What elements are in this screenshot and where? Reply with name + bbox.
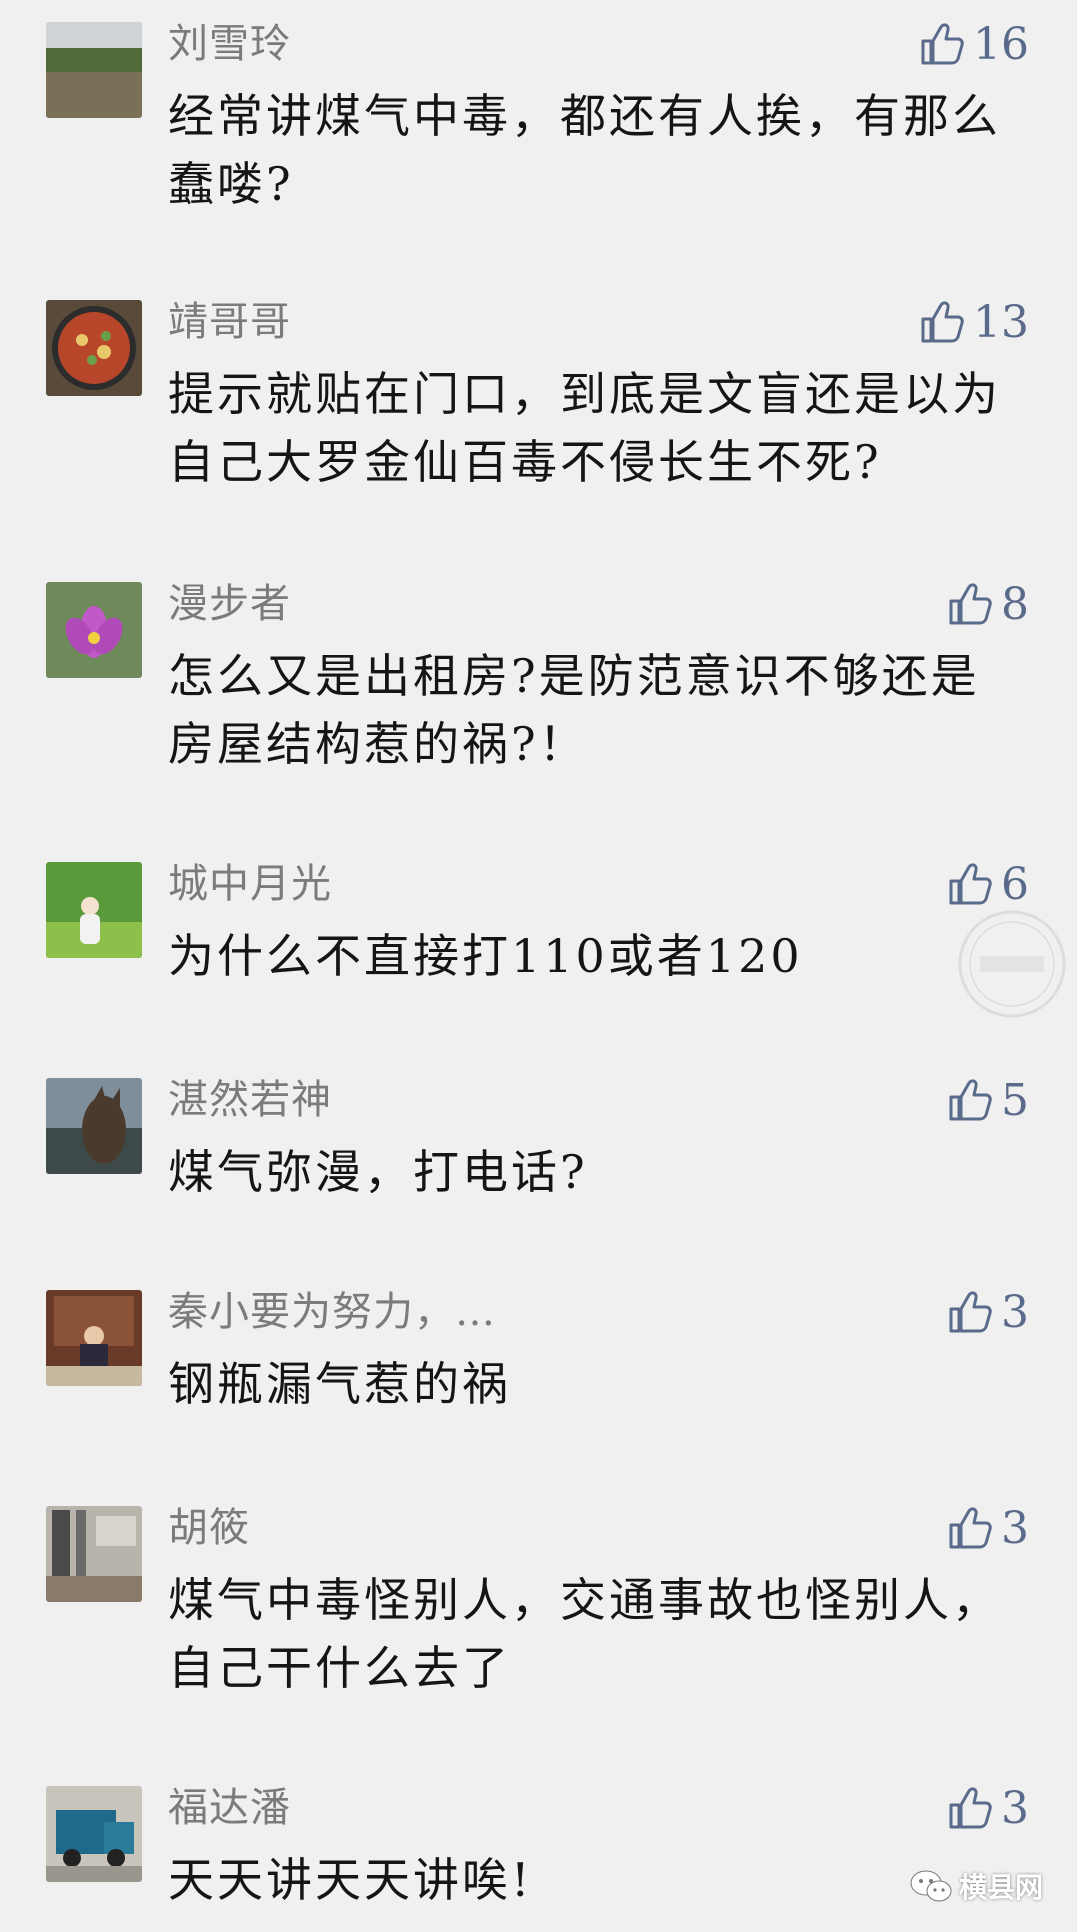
like-button[interactable]: 16 [917,14,1029,74]
comment-author[interactable]: 靖哥哥 [168,294,291,350]
comment-author[interactable]: 城中月光 [168,856,332,912]
comment-text: 钢瓶漏气惹的祸 [168,1357,511,1411]
comment-author[interactable]: 漫步者 [168,576,291,632]
thumbs-up-icon [921,23,964,65]
brand-label: 横县网 [958,1871,1043,1904]
like-count: 13 [973,296,1029,348]
brand-mark: 横县网 [909,1866,1043,1906]
avatar[interactable] [46,1506,142,1602]
thumbs-up-icon [921,301,964,343]
like-button[interactable]: 13 [917,292,1029,352]
comment-author[interactable]: 福达潘 [168,1780,291,1836]
avatar[interactable] [46,1786,142,1882]
avatar[interactable] [46,22,142,118]
avatar[interactable] [46,300,142,396]
like-count: 3 [1001,1502,1029,1554]
like-button[interactable]: 3 [945,1498,1029,1558]
like-count: 6 [1001,858,1029,910]
wechat-icon [910,1870,952,1902]
thumbs-up-icon [949,1079,992,1121]
watermark-seal [956,908,1068,1020]
like-button[interactable]: 3 [945,1778,1029,1838]
comment-author[interactable]: 湛然若神 [168,1072,332,1128]
like-button[interactable]: 6 [945,854,1029,914]
avatar[interactable] [46,1290,142,1386]
like-count: 3 [1001,1782,1029,1834]
like-button[interactable]: 5 [945,1070,1029,1130]
like-button[interactable]: 3 [945,1282,1029,1342]
like-count: 3 [1001,1286,1029,1338]
like-count: 5 [1001,1074,1029,1126]
comment-text: 天天讲天天讲唉! [168,1853,533,1907]
comment-text: 怎么又是出租房?是防范意识不够还是房屋结构惹的祸?！ [168,649,980,771]
thumbs-up-icon [949,1507,992,1549]
like-count: 8 [1001,578,1029,630]
thumbs-up-icon [949,1291,992,1333]
avatar[interactable] [46,1078,142,1174]
comment-text: 经常讲煤气中毒，都还有人挨，有那么蠢喽? [168,89,1001,211]
comment-text: 提示就贴在门口，到底是文盲还是以为自己大罗金仙百毒不侵长生不死? [168,367,1001,489]
like-count: 16 [973,18,1029,70]
comment-author[interactable]: 胡筱 [168,1500,250,1556]
comment-author[interactable]: 刘雪玲 [168,16,291,72]
comment-author[interactable]: 秦小要为努力，… [168,1284,496,1340]
thumbs-up-icon [949,863,992,905]
thumbs-up-icon [949,1787,992,1829]
avatar[interactable] [46,582,142,678]
like-button[interactable]: 8 [945,574,1029,634]
comment-text: 为什么不直接打110或者120 [168,929,803,983]
comment-text: 煤气中毒怪别人，交通事故也怪别人，自己干什么去了 [168,1573,1001,1695]
avatar[interactable] [46,862,142,958]
thumbs-up-icon [949,583,992,625]
comment-text: 煤气弥漫，打电话? [168,1145,588,1199]
